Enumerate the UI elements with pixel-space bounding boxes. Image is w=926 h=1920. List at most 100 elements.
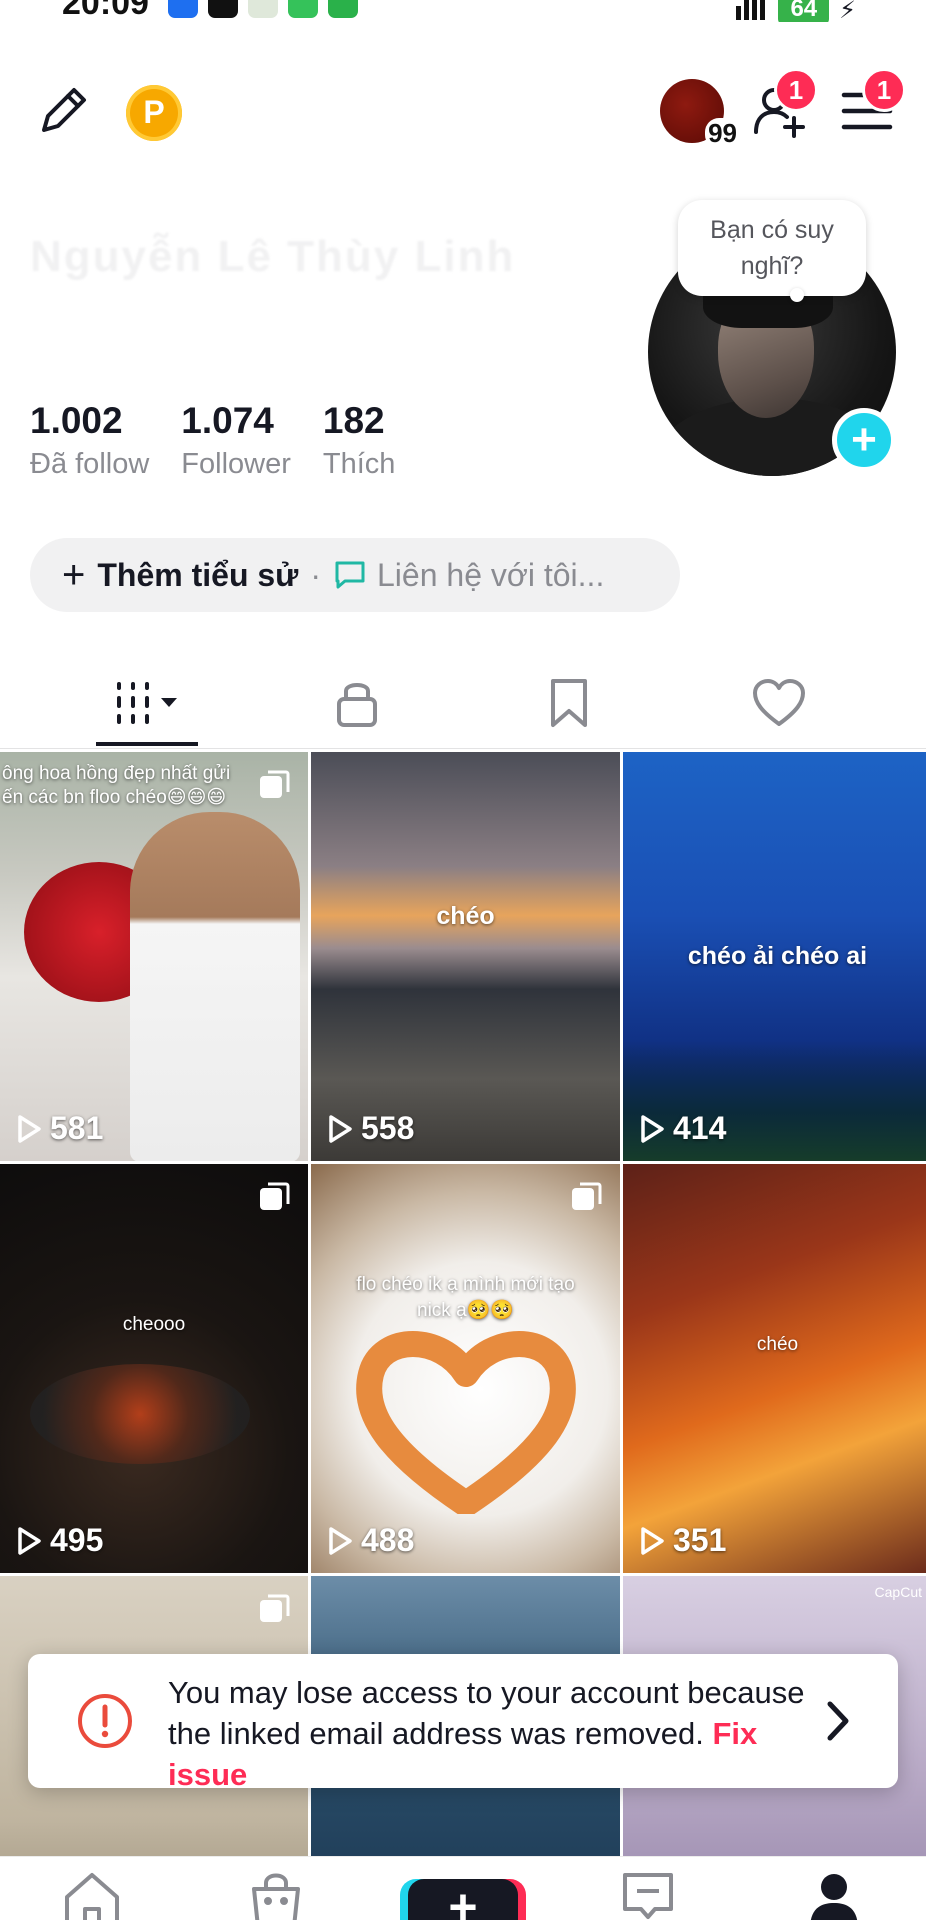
thought-bubble-dot [790, 288, 804, 302]
capcut-watermark: CapCut [874, 1584, 922, 1600]
view-count: 488 [361, 1522, 415, 1558]
following-count: 1.002 [30, 400, 123, 441]
chevron-right-icon[interactable] [818, 1698, 858, 1744]
likes-count: 182 [322, 400, 385, 441]
shopping-bag-icon [252, 1873, 300, 1920]
video-caption: cheooo [122, 1314, 186, 1335]
status-time: 20:09 [62, 0, 149, 22]
profile-name: Nguyễn Lê Thùy Linh [30, 232, 516, 281]
contact-label: Liên hệ với tôi... [377, 556, 605, 593]
toast-message-container: You may lose access to your account beca… [168, 1672, 808, 1795]
video-views: 414 [639, 1110, 726, 1147]
heart-icon [753, 679, 805, 726]
tab-saved[interactable] [514, 668, 624, 738]
video-thumbnail[interactable]: ông hoa hồng đẹp nhất gửi ến các bn floo… [0, 752, 308, 1161]
view-count: 351 [673, 1522, 727, 1558]
status-app-icons [168, 0, 358, 18]
status-bar: 20:09 64 ⚡ [0, 0, 926, 22]
video-caption: flo chéo ik ạ mình mới tạo nick ạ🥺🥺 [356, 1274, 575, 1321]
view-count: 581 [50, 1110, 104, 1146]
home-icon [65, 1873, 119, 1920]
followers-label: Follower [181, 448, 291, 480]
nav-profile[interactable] [794, 1869, 874, 1920]
bio-separator: · [310, 556, 321, 593]
charging-icon: ⚡ [839, 0, 856, 22]
contact-button[interactable]: Liên hệ với tôi... [333, 557, 604, 594]
multi-photo-icon [260, 1594, 290, 1622]
likes-label: Thích [322, 448, 396, 480]
tab-private[interactable] [302, 668, 412, 738]
add-bio-label: Thêm tiểu sử [97, 556, 299, 593]
video-thumbnail[interactable]: chéo ải chéo ai 414 [623, 752, 926, 1161]
multi-photo-icon [260, 770, 290, 798]
play-icon [18, 1526, 41, 1555]
profile-icon [810, 1874, 858, 1920]
stat-likes[interactable]: 182 Thích [323, 400, 396, 481]
view-count: 495 [50, 1522, 104, 1558]
message-app-icon [288, 0, 318, 18]
thought-bubble-text: Bạn có suy nghĩ? [710, 216, 834, 280]
story-avatar[interactable]: 99 [660, 79, 740, 149]
play-icon [18, 1114, 41, 1143]
shield-app-icon [248, 0, 278, 18]
profile-stats: 1.002 Đã follow 1.074 Follower 182 Thích [30, 400, 395, 481]
coins-icon[interactable]: P [126, 84, 182, 141]
story-count: 99 [705, 118, 740, 149]
tab-videos[interactable] [92, 668, 202, 738]
view-count: 414 [673, 1110, 727, 1146]
video-caption: chéo [436, 902, 495, 930]
create-button[interactable]: + [408, 1879, 518, 1920]
followers-count: 1.074 [181, 400, 274, 441]
bottom-nav: + [0, 1856, 926, 1920]
bio-actions-pill: + Thêm tiểu sử · Liên hệ với tôi... [30, 538, 680, 612]
video-caption: chéo [756, 1334, 799, 1355]
battery-indicator: 64 [778, 0, 830, 22]
signal-icon [736, 0, 768, 22]
stat-following[interactable]: 1.002 Đã follow [30, 400, 149, 481]
multi-photo-icon [260, 1182, 290, 1210]
bookmark-icon [551, 679, 587, 727]
view-count: 558 [361, 1110, 415, 1146]
toast-message: You may lose access to your account beca… [168, 1675, 805, 1751]
add-bio-button[interactable]: + Thêm tiểu sử [62, 553, 298, 598]
play-icon [329, 1526, 352, 1555]
play-icon [329, 1114, 352, 1143]
play-icon [641, 1526, 664, 1555]
video-views: 495 [16, 1522, 103, 1559]
zalo-icon [168, 0, 198, 18]
thought-bubble[interactable]: Bạn có suy nghĩ? [678, 200, 866, 296]
add-friend-button[interactable]: 1 [746, 68, 818, 144]
inbox-icon [623, 1873, 673, 1919]
video-views: 488 [327, 1522, 414, 1559]
video-thumbnail[interactable]: chéo 558 [311, 752, 620, 1161]
email-warning-toast[interactable]: You may lose access to your account beca… [28, 1654, 898, 1792]
video-views: 558 [327, 1110, 414, 1147]
stat-followers[interactable]: 1.074 Follower [181, 400, 291, 481]
video-thumbnail[interactable]: cheooo 495 [0, 1164, 308, 1573]
active-tab-indicator [96, 742, 198, 746]
video-thumbnail[interactable]: flo chéo ik ạ mình mới tạo nick ạ🥺🥺 488 [311, 1164, 620, 1573]
add-friend-badge: 1 [774, 68, 818, 112]
plus-icon: + [62, 552, 86, 597]
tab-liked[interactable] [724, 668, 834, 738]
nav-inbox[interactable] [608, 1869, 688, 1920]
tabs-divider [0, 748, 926, 749]
tiktok-icon [208, 0, 238, 18]
menu-button[interactable]: 1 [834, 68, 906, 144]
menu-badge: 1 [862, 68, 906, 112]
status-indicators: 64 ⚡ [736, 0, 856, 22]
edit-pencil-icon[interactable] [36, 82, 92, 143]
nav-shop[interactable] [236, 1869, 316, 1920]
video-views: 581 [16, 1110, 103, 1147]
warning-icon [78, 1694, 132, 1748]
chat-bubble-icon [335, 561, 365, 589]
videos-grid-icon [117, 682, 177, 724]
video-views: 351 [639, 1522, 726, 1559]
add-avatar-story-button[interactable]: + [832, 408, 896, 472]
multi-photo-icon [572, 1182, 602, 1210]
nav-home[interactable] [52, 1869, 132, 1920]
plus-icon: + [448, 1879, 478, 1920]
video-thumbnail[interactable]: chéo 351 [623, 1164, 926, 1573]
play-icon [641, 1114, 664, 1143]
following-label: Đã follow [30, 448, 150, 480]
